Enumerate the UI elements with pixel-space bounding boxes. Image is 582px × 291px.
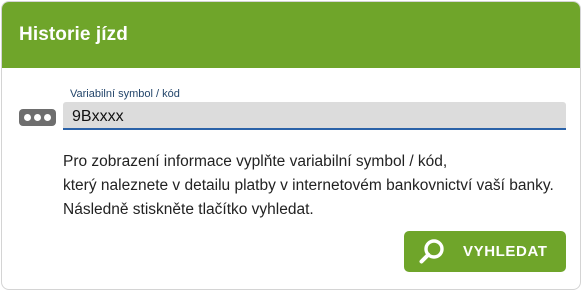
instructions-text: Pro zobrazení informace vyplňte variabil… bbox=[63, 150, 573, 222]
page-title: Historie jízd bbox=[19, 24, 128, 45]
search-button-label: VYHLEDAT bbox=[463, 243, 548, 260]
instructions-line: Následně stiskněte tlačítko vyhledat. bbox=[63, 201, 314, 218]
password-dots-icon bbox=[19, 109, 56, 126]
instructions-line: který naleznete v detailu platby v inter… bbox=[63, 177, 554, 194]
ride-history-card: Historie jízd Variabilní symbol / kód Pr… bbox=[1, 1, 581, 290]
search-button[interactable]: VYHLEDAT bbox=[404, 231, 566, 272]
variable-symbol-input[interactable] bbox=[63, 102, 566, 130]
variable-symbol-label: Variabilní symbol / kód bbox=[70, 88, 180, 100]
instructions-line: Pro zobrazení informace vyplňte variabil… bbox=[63, 153, 448, 170]
variable-symbol-field: Variabilní symbol / kód bbox=[2, 86, 580, 136]
search-icon bbox=[419, 238, 446, 265]
card-header: Historie jízd bbox=[2, 2, 580, 68]
